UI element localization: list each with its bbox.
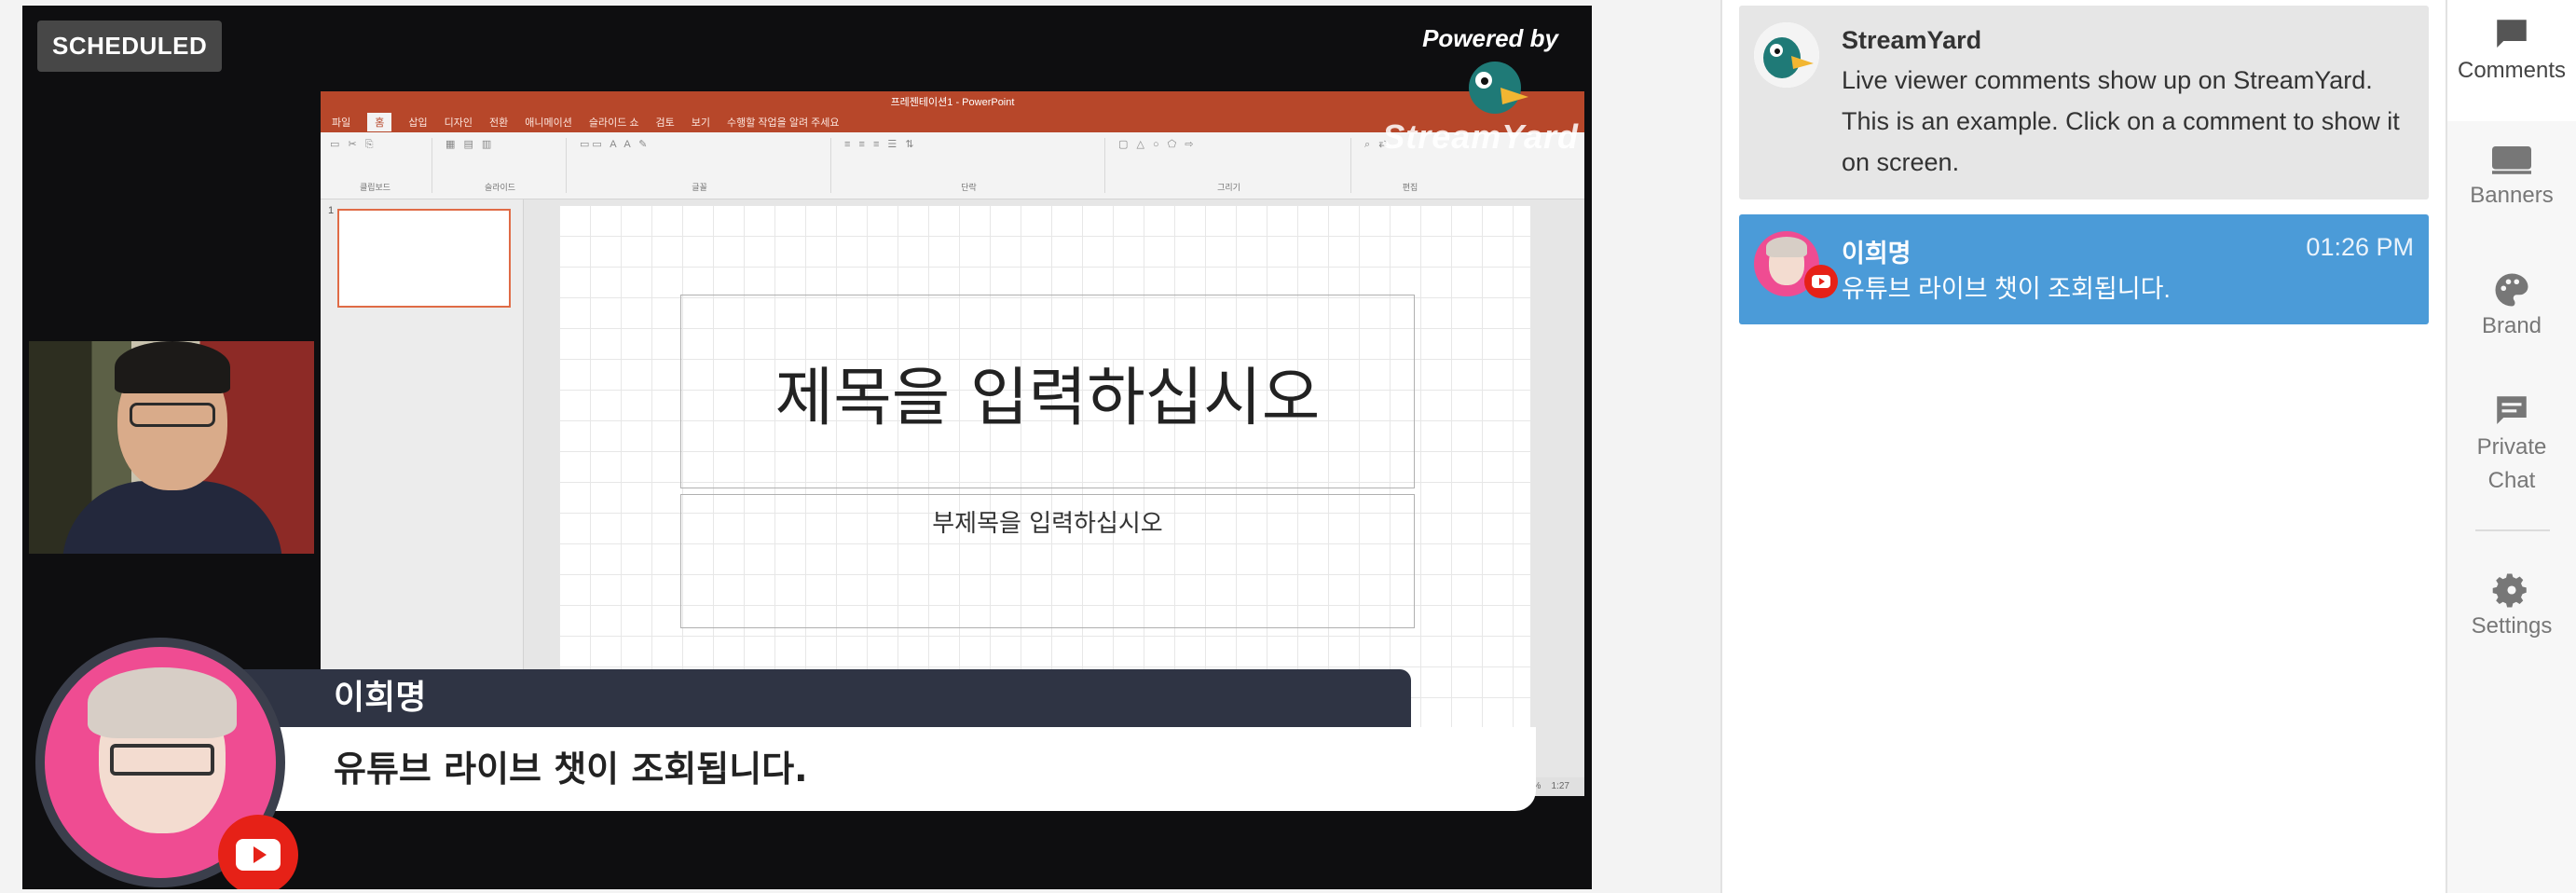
ppt-group-slides: ▦ ▤ ▥ 슬라이드 [445,138,567,193]
ppt-group-clipboard: ▭ ✂ ⎘ 클립보드 [330,138,432,193]
title-placeholder-box: 제목을 입력하십시오 [680,295,1415,488]
person-glasses [130,403,215,427]
ppt-window-title: 프레젠테이션1 - PowerPoint [890,97,1015,108]
ppt-group-paragraph: ≡ ≡ ≡ ☰ ⇅ 단락 [844,138,1105,193]
slide-title-placeholder: 제목을 입력하십시오 [774,361,1321,435]
chat-icon [2497,396,2527,424]
rail-label-settings: Settings [2471,613,2553,639]
ppt-tell-me: 수행할 작업을 알려 주세요 [727,117,840,129]
slide-number: 1 [328,205,335,216]
subtitle-placeholder-box: 부제목을 입력하십시오 [680,494,1415,628]
comment-text: Live viewer comments show up on StreamYa… [1842,60,2400,183]
avatar-hair [88,667,237,738]
ppt-tab-home: 홈 [367,113,392,131]
streamyard-watermark: StreamYard [1382,117,1579,156]
streamyard-duck-avatar-icon [1754,22,1819,88]
person-torso [62,481,282,554]
gear-icon [2492,573,2527,608]
comment-item-streamyard[interactable]: StreamYard Live viewer comments show up … [1739,6,2429,199]
comment-text-line: on screen. [1842,148,1960,176]
rail-label-brand: Brand [2481,313,2542,338]
ppt-tab-transitions: 전환 [489,117,509,129]
youtube-icon [1804,265,1838,298]
rail-divider [2475,529,2550,531]
comment-author: StreamYard [1842,26,1982,54]
slide-thumbnail [337,209,511,308]
overlay-commenter-name: 이희명 [203,669,1411,729]
rail-label-banners: Banners [2470,183,2554,208]
sidebar-rail: Comments Banners Brand Private Chat Sett… [2446,0,2576,893]
broadcast-stage: 프레젠테이션1 - PowerPoint 파일 홈 삽입 디자인 전환 애니메이… [22,6,1592,889]
avatar-glasses [110,744,214,776]
rail-tab-banners[interactable]: Banners [2447,140,2576,242]
person-hair [115,341,230,393]
rail-label-private-chat-1: Private [2476,434,2547,460]
rail-label-comments: Comments [2457,58,2567,83]
palette-icon [2495,273,2528,307]
rail-tab-private-chat[interactable]: Private Chat [2447,392,2576,513]
youtube-icon [218,815,298,889]
rail-tab-comments[interactable]: Comments [2447,0,2576,121]
rail-tab-settings[interactable]: Settings [2447,570,2576,664]
ppt-tab-design: 디자인 [444,117,473,129]
powered-by-text: Powered by [1422,24,1558,52]
comment-author: 이희명 [1842,240,1911,268]
ppt-titlebar: 프레젠테이션1 - PowerPoint [321,91,1584,112]
ppt-group-drawing: ▢ △ ○ ⬠ ⇨ 그리기 [1118,138,1351,193]
comment-text: 유튜브 라이브 챗이 조회됩니다. [1842,275,2171,303]
comment-time: 01:26 PM [2306,233,2414,261]
rail-label-private-chat-2: Chat [2487,468,2536,493]
ppt-clock: 1:27 [1551,781,1569,791]
comment-item-selected[interactable]: 이희명 01:26 PM 유튜브 라이브 챗이 조회됩니다. [1739,214,2429,324]
ppt-tab-slideshow: 슬라이드 쇼 [588,117,639,129]
streamyard-duck-icon [1469,62,1528,114]
ppt-tab-file: 파일 [332,117,351,129]
comment-text-line: Live viewer comments show up on StreamYa… [1842,66,2373,94]
webcam-feed [29,341,314,554]
comment-text-line: This is an example. Click on a comment t… [1842,107,2400,135]
ppt-group-font: ▭▭ A A ✎ 글꼴 [580,138,831,193]
overlay-comment-message: 유튜브 라이브 챗이 조회됩니다. [203,727,1536,811]
ppt-tab-insert: 삽입 [408,117,428,129]
banner-icon [2492,146,2531,174]
slide-subtitle-placeholder: 부제목을 입력하십시오 [932,510,1163,538]
powered-by: Powered by [1422,24,1558,53]
rail-tab-brand[interactable]: Brand [2447,270,2576,373]
comments-panel: StreamYard Live viewer comments show up … [1720,0,2446,893]
comment-lower-third: 이희명 유튜브 라이브 챗이 조회됩니다. [35,638,1536,889]
comment-icon [2497,20,2527,48]
scheduled-badge: SCHEDULED [37,21,223,72]
ppt-tab-review: 검토 [655,117,675,129]
ppt-tab-animations: 애니메이션 [525,117,572,129]
ppt-tab-view: 보기 [691,117,711,129]
